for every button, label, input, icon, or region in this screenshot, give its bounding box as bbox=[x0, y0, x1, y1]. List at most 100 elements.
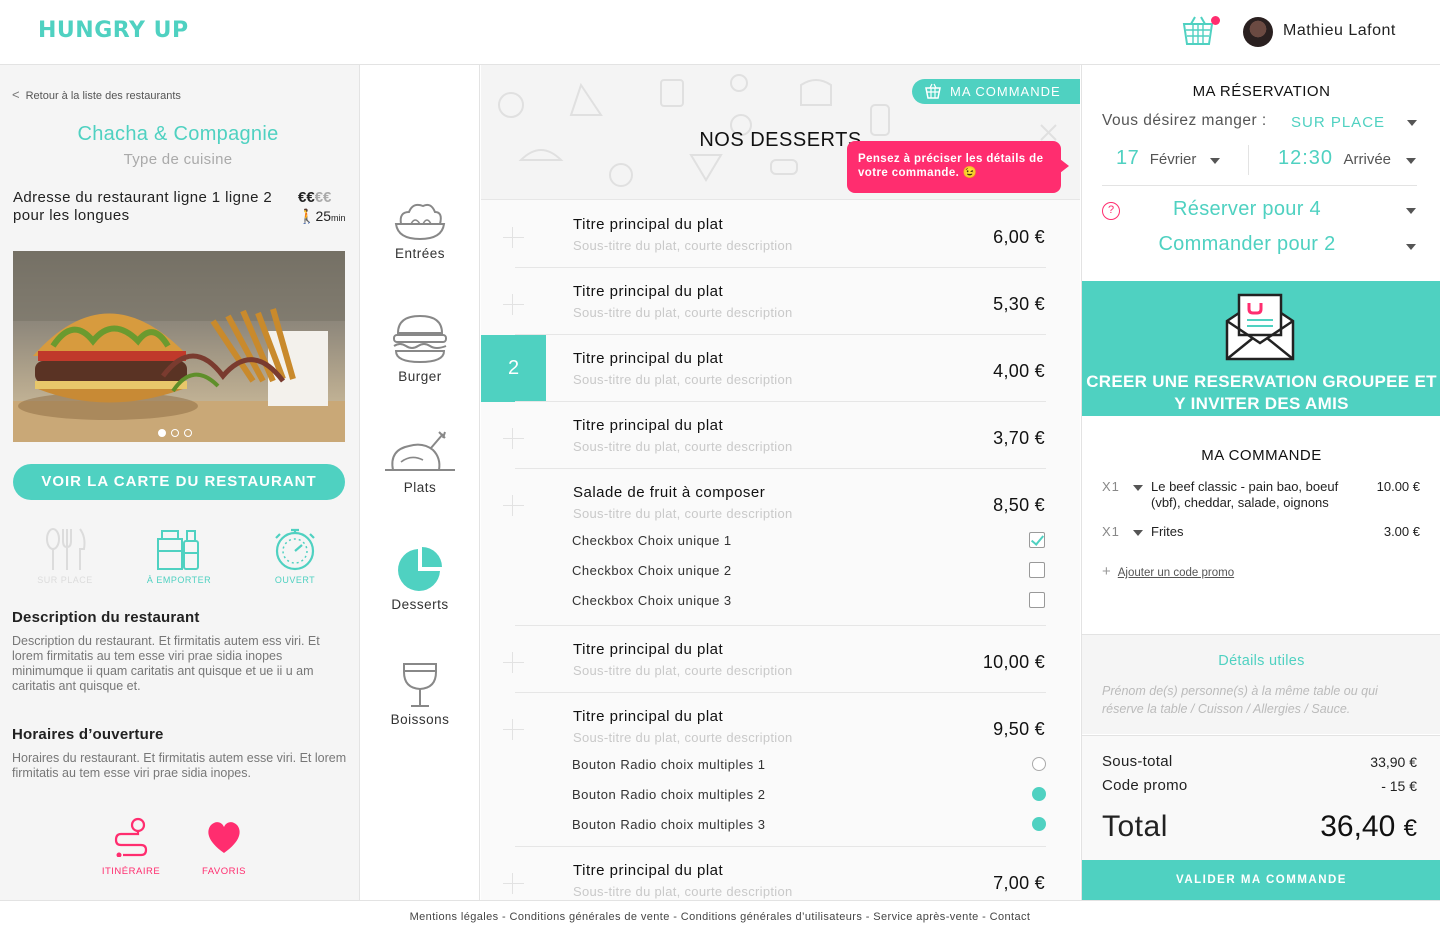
footer-link-support[interactable]: Service après-vente bbox=[873, 911, 978, 923]
chevron-down-icon[interactable] bbox=[1210, 158, 1220, 164]
quantity-badge[interactable]: 2 bbox=[481, 335, 546, 402]
add-icon[interactable] bbox=[503, 227, 524, 248]
menu-item[interactable]: 2 Titre principal du plat Sous-titre du … bbox=[481, 335, 1080, 402]
chevron-down-icon[interactable] bbox=[1407, 120, 1417, 126]
avatar[interactable] bbox=[1243, 17, 1273, 47]
menu-item-subtitle: Sous-titre du plat, courte description bbox=[573, 305, 793, 320]
chevron-down-icon[interactable] bbox=[1133, 530, 1143, 536]
total-value: 36,40 € bbox=[1320, 810, 1417, 844]
service-open: OUVERT bbox=[250, 527, 340, 585]
validate-order-button[interactable]: VALIDER MA COMMANDE bbox=[1082, 860, 1440, 900]
view-menu-button[interactable]: VOIR LA CARTE DU RESTAURANT bbox=[13, 464, 345, 500]
menu-item-subtitle: Sous-titre du plat, courte description bbox=[573, 439, 793, 454]
order-line-qty: X1 bbox=[1102, 524, 1120, 539]
footer-link-contact[interactable]: Contact bbox=[990, 911, 1031, 923]
menu-item-price: 5,30 € bbox=[993, 294, 1045, 314]
option-checkbox[interactable] bbox=[1029, 592, 1045, 608]
back-link-label: Retour à la liste des restaurants bbox=[25, 90, 181, 102]
order-title: MA COMMANDE bbox=[1201, 447, 1322, 464]
category-desserts[interactable]: Desserts bbox=[361, 545, 479, 612]
menu-item-price: 4,00 € bbox=[993, 361, 1045, 381]
order-line-name: Le beef classic - pain bao, boeuf (vbf),… bbox=[1151, 479, 1339, 510]
time-select[interactable]: 12:30 Arrivée bbox=[1278, 147, 1391, 170]
menu-item-price: 9,50 € bbox=[993, 719, 1045, 739]
subtotal-value: 33,90 € bbox=[1370, 754, 1417, 770]
option-radio[interactable] bbox=[1032, 817, 1046, 831]
menu-item[interactable]: Titre principal du plat Sous-titre du pl… bbox=[481, 626, 1080, 693]
option-checkbox[interactable] bbox=[1029, 532, 1045, 548]
menu-item-subtitle: Sous-titre du plat, courte description bbox=[573, 730, 793, 745]
menu-item-price: 6,00 € bbox=[993, 227, 1045, 247]
chevron-down-icon[interactable] bbox=[1406, 208, 1416, 214]
chevron-down-icon[interactable] bbox=[1406, 158, 1416, 164]
add-promo-link[interactable]: + Ajouter un code promo bbox=[1102, 563, 1234, 580]
order-line: X1 Frites 3.00 € bbox=[1102, 524, 1420, 542]
totals-section: Sous-total 33,90 € Code promo - 15 € Tot… bbox=[1082, 735, 1440, 860]
walking-time-value: 25 bbox=[315, 208, 332, 224]
chevron-left-icon: < bbox=[12, 87, 20, 102]
price-range-active: €€ bbox=[298, 189, 315, 206]
footer-link-legal[interactable]: Mentions légales bbox=[410, 911, 499, 923]
add-icon[interactable] bbox=[503, 428, 524, 449]
option-radio[interactable] bbox=[1032, 757, 1046, 771]
details-input[interactable]: Prénom de(s) personne(s) à la même table… bbox=[1102, 682, 1422, 718]
restaurant-name: Chacha & Compagnie bbox=[77, 123, 279, 145]
category-boissons[interactable]: Boissons bbox=[361, 662, 479, 727]
carousel-dot[interactable] bbox=[184, 429, 192, 437]
basket-icon[interactable] bbox=[1182, 15, 1214, 47]
option-radio[interactable] bbox=[1032, 787, 1046, 801]
menu-item[interactable]: Salade de fruit à composer Sous-titre du… bbox=[481, 469, 1080, 626]
reservation-title: MA RÉSERVATION bbox=[1192, 83, 1331, 100]
category-desserts-label: Desserts bbox=[391, 597, 449, 612]
category-plats-label: Plats bbox=[403, 480, 437, 495]
user-name[interactable]: Mathieu Lafont bbox=[1283, 22, 1396, 40]
notification-dot bbox=[1211, 16, 1220, 25]
menu-item[interactable]: Titre principal du plat Sous-titre du pl… bbox=[481, 693, 1080, 847]
menu-item-title: Salade de fruit à composer bbox=[573, 484, 766, 501]
menu-item[interactable]: Titre principal du plat Sous-titre du pl… bbox=[481, 201, 1080, 268]
group-reservation-label: CREER UNE RESERVATION GROUPEE ET Y INVIT… bbox=[1086, 372, 1437, 413]
eat-mode-select[interactable]: SUR PLACE bbox=[1291, 114, 1385, 131]
add-icon[interactable] bbox=[503, 294, 524, 315]
favorite-button[interactable]: FAVORIS bbox=[184, 817, 264, 877]
reserve-for-select[interactable]: Réserver pour 4 bbox=[1122, 198, 1372, 221]
add-icon[interactable] bbox=[503, 719, 524, 740]
menu-item[interactable]: Titre principal du plat Sous-titre du pl… bbox=[481, 847, 1080, 900]
add-icon[interactable] bbox=[503, 873, 524, 894]
menu-item[interactable]: Titre principal du plat Sous-titre du pl… bbox=[481, 402, 1080, 469]
category-plats[interactable]: Plats bbox=[361, 428, 479, 495]
menu-header: NOS DESSERTS MA COMMANDE Pensez à précis… bbox=[481, 65, 1080, 200]
total-currency: € bbox=[1403, 815, 1417, 842]
carousel-dots[interactable] bbox=[158, 424, 197, 442]
add-icon[interactable] bbox=[503, 652, 524, 673]
order-for-select[interactable]: Commander pour 2 bbox=[1122, 233, 1372, 256]
category-burger[interactable]: Burger bbox=[361, 313, 479, 384]
menu-item-price: 10,00 € bbox=[982, 652, 1045, 672]
restaurant-address: Adresse du restaurant ligne 1 ligne 2 po… bbox=[13, 189, 273, 224]
date-select[interactable]: 17 Février bbox=[1116, 147, 1196, 170]
route-label: ITINÉRAIRE bbox=[101, 866, 161, 877]
chevron-down-icon[interactable] bbox=[1133, 485, 1143, 491]
route-button[interactable]: ITINÉRAIRE bbox=[91, 817, 171, 877]
carousel-dot[interactable] bbox=[158, 429, 166, 437]
back-link[interactable]: < Retour à la liste des restaurants bbox=[12, 87, 181, 102]
logo[interactable]: HUNGRY UP bbox=[38, 18, 189, 43]
restaurant-photo[interactable] bbox=[13, 251, 345, 442]
menu-item[interactable]: Titre principal du plat Sous-titre du pl… bbox=[481, 268, 1080, 335]
menu-item-subtitle: Sous-titre du plat, courte description bbox=[573, 663, 793, 678]
footer-link-cgu[interactable]: Conditions générales d’utilisateurs bbox=[681, 911, 863, 923]
footer: Mentions légales - Conditions générales … bbox=[0, 900, 1440, 933]
help-icon[interactable]: ? bbox=[1102, 202, 1120, 220]
order-line-price: 3.00 € bbox=[1383, 524, 1420, 539]
walking-time: 🚶25min bbox=[298, 208, 346, 225]
option-checkbox[interactable] bbox=[1029, 562, 1045, 578]
group-reservation-button[interactable]: CREER UNE RESERVATION GROUPEE ET Y INVIT… bbox=[1082, 281, 1440, 416]
favorite-label: FAVORIS bbox=[202, 866, 246, 877]
promo-value: - 15 € bbox=[1381, 778, 1417, 794]
chevron-down-icon[interactable] bbox=[1406, 244, 1416, 250]
add-icon[interactable] bbox=[503, 495, 524, 516]
footer-link-cgv[interactable]: Conditions générales de vente bbox=[510, 911, 670, 923]
carousel-dot[interactable] bbox=[171, 429, 179, 437]
category-entrees[interactable]: Entrées bbox=[361, 200, 479, 261]
details-title: Détails utiles bbox=[1218, 653, 1305, 669]
